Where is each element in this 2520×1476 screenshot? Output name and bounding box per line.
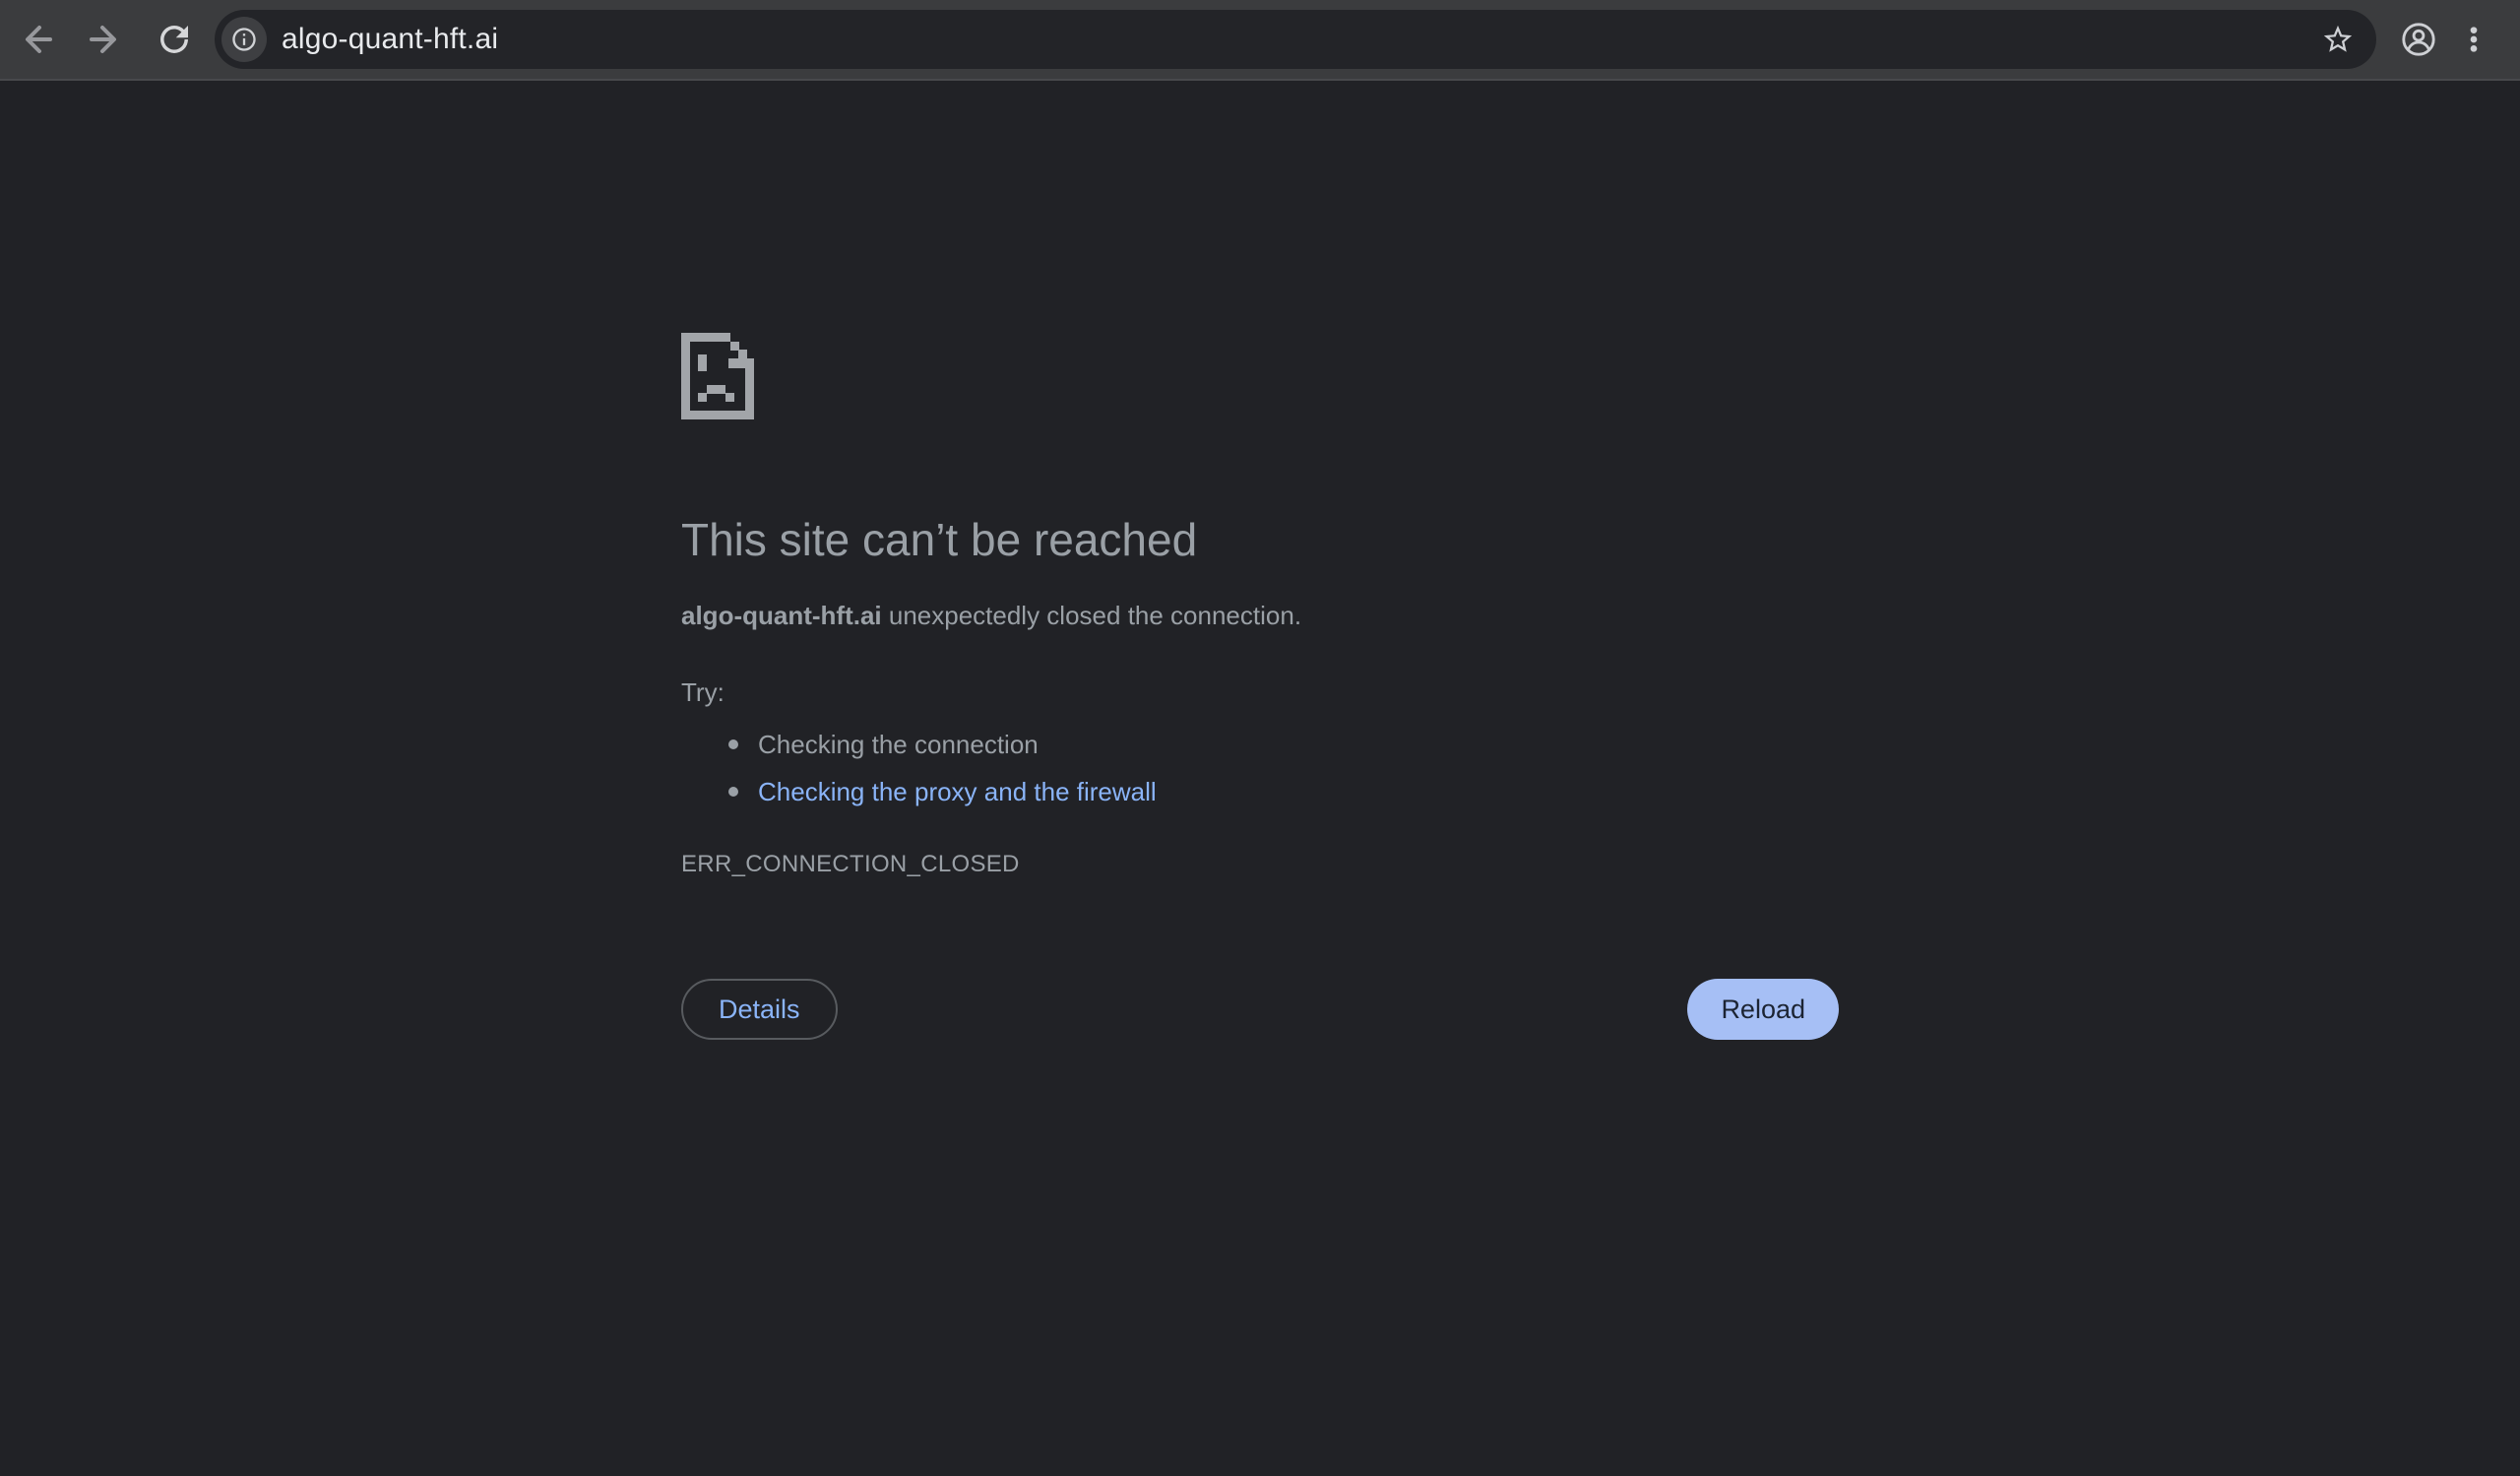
menu-icon <box>2458 24 2489 55</box>
reload-button-toolbar[interactable] <box>152 17 197 62</box>
forward-button[interactable] <box>83 17 128 62</box>
bookmark-star-icon <box>2321 23 2355 56</box>
site-info-button[interactable] <box>221 17 267 62</box>
reload-icon <box>154 19 195 60</box>
error-code: ERR_CONNECTION_CLOSED <box>681 851 1839 878</box>
reload-page-button[interactable]: Reload <box>1687 979 1839 1040</box>
toolbar-right-group <box>2396 17 2496 62</box>
profile-button[interactable] <box>2396 17 2441 62</box>
details-button[interactable]: Details <box>681 979 838 1040</box>
bookmark-button[interactable] <box>2315 17 2361 62</box>
browser-menu-button[interactable] <box>2451 17 2496 62</box>
proxy-firewall-link[interactable]: Checking the proxy and the firewall <box>758 777 1157 806</box>
page-title: This site can’t be reached <box>681 514 1839 565</box>
address-bar[interactable]: algo-quant-hft.ai <box>215 10 2376 69</box>
forward-icon <box>84 18 127 61</box>
back-icon <box>15 18 58 61</box>
error-message: algo-quant-hft.ai unexpectedly closed th… <box>681 599 1839 632</box>
suggestion-text: Checking the connection <box>758 730 1039 759</box>
nav-button-group <box>14 17 197 62</box>
error-domain: algo-quant-hft.ai <box>681 601 882 630</box>
error-page: This site can’t be reached algo-quant-hf… <box>681 81 1839 1040</box>
back-button[interactable] <box>14 17 59 62</box>
suggestion-item: Checking the proxy and the firewall <box>681 768 1839 815</box>
sad-file-icon <box>681 333 754 419</box>
site-info-icon <box>230 26 258 53</box>
url-text[interactable]: algo-quant-hft.ai <box>282 23 2315 56</box>
suggestion-item: Checking the connection <box>681 721 1839 768</box>
profile-icon <box>2400 21 2437 58</box>
browser-toolbar: algo-quant-hft.ai <box>0 0 2520 81</box>
try-label: Try: <box>681 675 1839 709</box>
error-message-text: unexpectedly closed the connection. <box>882 601 1301 630</box>
suggestion-list: Checking the connection Checking the pro… <box>681 721 1839 815</box>
button-row: Details Reload <box>681 979 1839 1040</box>
